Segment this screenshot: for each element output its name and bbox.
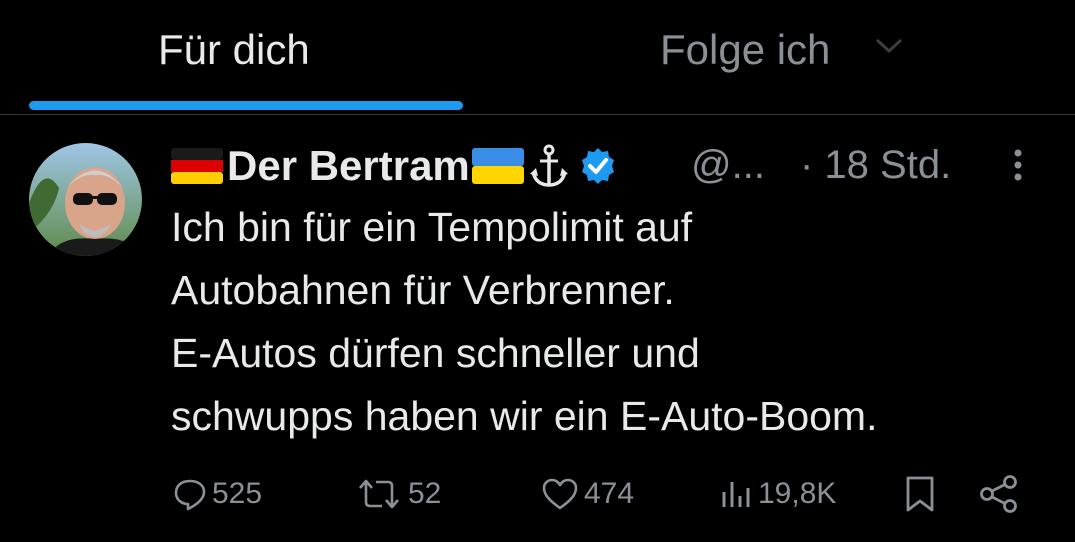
germany-flag-icon [171,148,223,184]
tab-following[interactable]: Folge ich [660,24,830,76]
more-options-icon[interactable] [1008,147,1028,187]
tweet-actions: 525 52 474 19,8K [0,468,1075,520]
tweet-text: Ich bin für ein Tempolimit auf Autobahne… [171,196,1061,448]
reply-icon [174,479,206,511]
author-handle[interactable]: @... [691,143,765,188]
tweet-text-line: schwupps haben wir ein E-Auto-Boom. [171,393,878,439]
bookmark-button[interactable] [902,468,938,520]
bookmark-icon [906,476,934,512]
verified-badge-icon [581,148,614,184]
author-name[interactable]: Der Bertram [227,142,470,190]
retweet-count: 52 [408,477,442,510]
active-tab-indicator [29,101,463,110]
anchor-icon [529,144,568,187]
views-count: 19,8K [758,477,837,510]
tweet-text-line: E-Autos dürfen schneller und [171,330,700,376]
retweet-button[interactable]: 52 [354,468,441,520]
heart-icon [542,478,578,510]
timeline-tabs: Für dich Folge ich [0,0,1075,115]
share-button[interactable] [978,468,1020,520]
tweet-timestamp[interactable]: · 18 Std. [800,143,951,188]
avatar[interactable] [29,143,142,256]
tweet-header: Der Bertram [171,140,618,192]
tweet-text-line: Ich bin für ein Tempolimit auf [171,204,693,250]
like-button[interactable]: 474 [540,468,634,520]
views-button[interactable]: 19,8K [718,468,836,520]
chevron-down-icon[interactable] [874,36,904,56]
retweet-icon [359,479,399,509]
share-icon [980,475,1017,513]
ukraine-flag-icon [471,148,524,184]
analytics-icon [722,482,750,507]
tweet-text-line: Autobahnen für Verbrenner. [171,267,675,313]
like-count: 474 [584,477,635,510]
reply-count: 525 [212,477,263,510]
reply-button[interactable]: 525 [172,468,262,520]
avatar-image [29,143,142,256]
tab-for-you[interactable]: Für dich [158,24,310,76]
